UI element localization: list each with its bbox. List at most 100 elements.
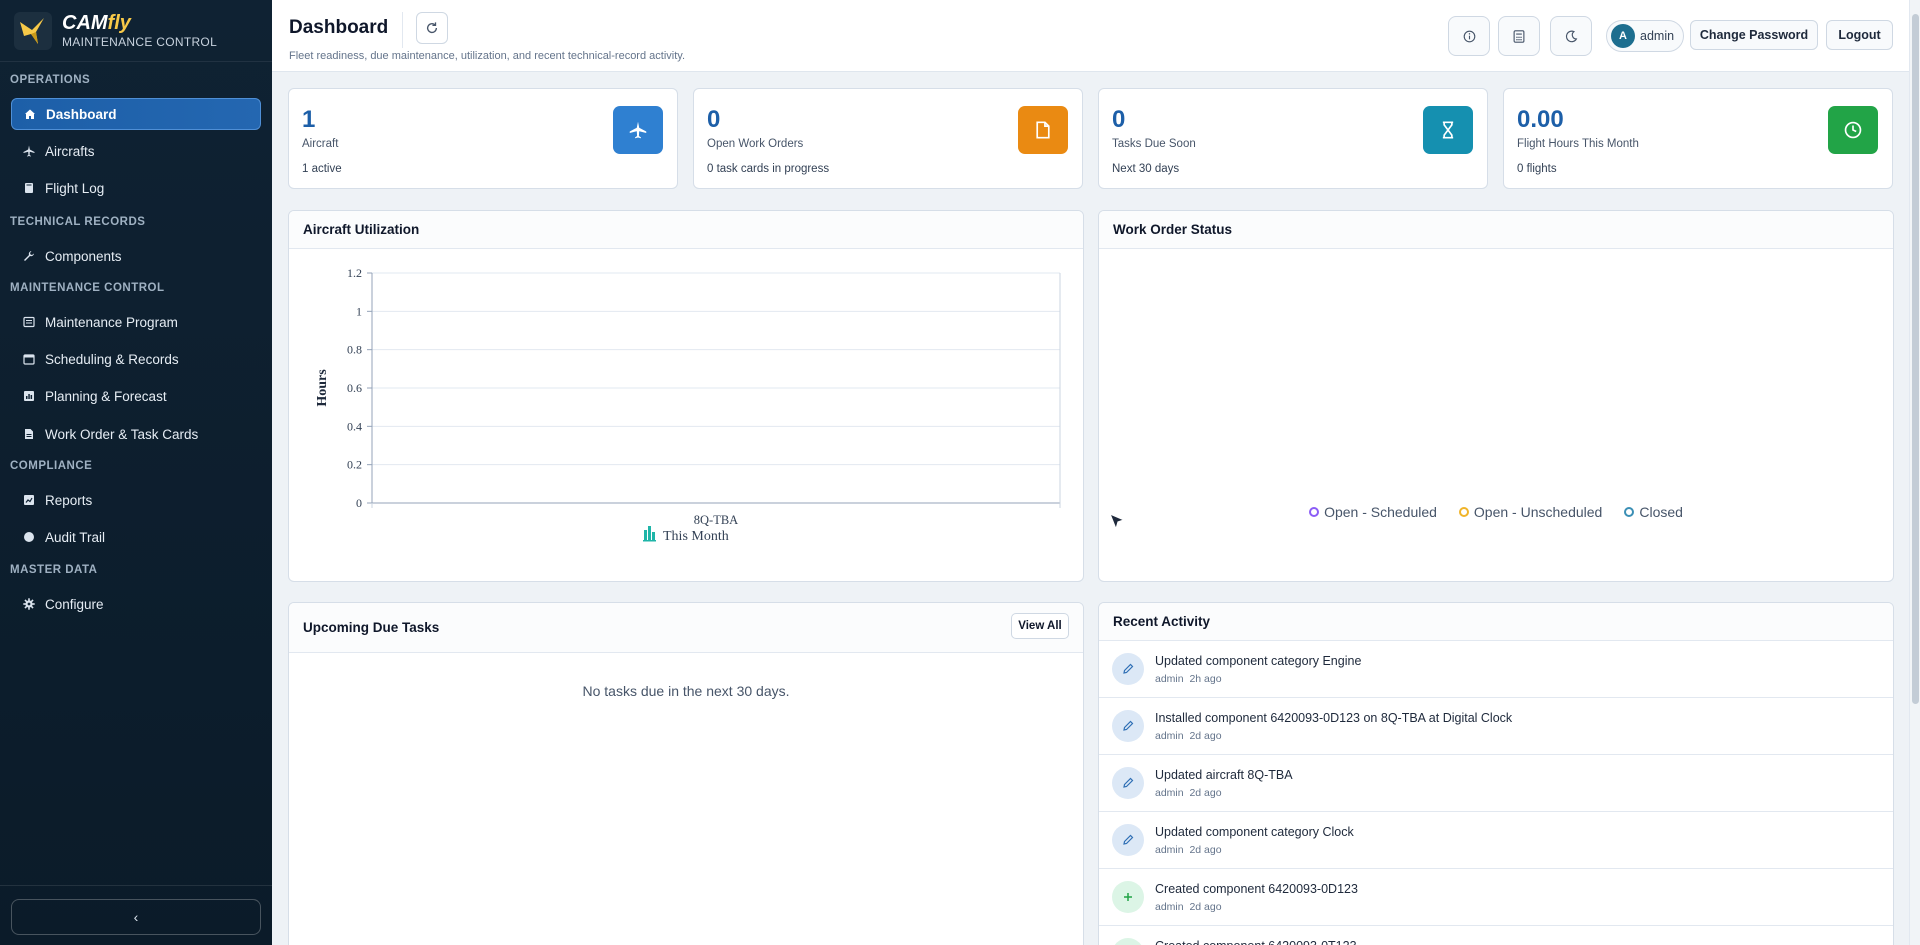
sidebar-item-work-order-task-cards[interactable]: Work Order & Task Cards: [11, 418, 261, 450]
logout-button[interactable]: Logout: [1826, 20, 1893, 50]
sidebar-item-label: Flight Log: [45, 180, 105, 196]
legend-item[interactable]: Open - Scheduled: [1309, 504, 1437, 520]
work-order-status-title: Work Order Status: [1099, 211, 1893, 249]
collapse-sidebar-button[interactable]: ‹: [11, 899, 261, 935]
legend-item[interactable]: Open - Unscheduled: [1458, 504, 1602, 520]
calendar-icon: [23, 353, 35, 365]
gear-icon: [23, 598, 35, 610]
stat-meta: Next 30 days: [1112, 163, 1180, 175]
activity-title: Created component 6420093-0T123: [1155, 939, 1357, 945]
sidebar-item-label: Components: [45, 248, 122, 264]
stat-value: 0: [1112, 106, 1126, 133]
y-tick-label: 0.2: [347, 458, 362, 472]
pencil-icon: [1112, 767, 1144, 799]
y-tick-label: 0.6: [347, 381, 362, 395]
sidebar-item-maintenance-program[interactable]: Maintenance Program: [11, 306, 261, 338]
stat-card[interactable]: 0 Open Work Orders 0 task cards in progres…: [693, 88, 1083, 189]
activity-user: admin: [1155, 787, 1184, 799]
calculator-button[interactable]: [1498, 16, 1540, 56]
wrench-icon: [23, 250, 35, 262]
nav-section-label: COMPLIANCE: [10, 460, 93, 472]
report-icon: [23, 494, 35, 506]
nav-section-label: TECHNICAL RECORDS: [10, 216, 146, 228]
mouse-cursor-icon: [1108, 512, 1126, 531]
page-title: Dashboard: [289, 17, 389, 38]
legend-swatch: [1624, 507, 1635, 517]
chevron-left-icon: ‹: [133, 909, 139, 925]
activity-item[interactable]: Created component 6420093-0D123 admin 2d …: [1099, 869, 1893, 926]
legend-swatch-base: [643, 540, 656, 542]
chart-icon: [23, 390, 35, 402]
y-tick-label: 1: [356, 304, 362, 318]
activity-time: 2d ago: [1189, 730, 1222, 742]
activity-meta: admin 2d ago: [1155, 730, 1222, 742]
aircraft-utilization-panel: Aircraft Utilization 1.2 1 0.8 0.6 0.4 0.2 0 Ho…: [288, 210, 1084, 582]
user-name: admin: [1640, 29, 1675, 43]
stat-meta: 1 active: [302, 163, 342, 175]
plane-icon: [613, 106, 663, 154]
legend-swatch: [1458, 507, 1469, 517]
view-all-button[interactable]: View All: [1011, 613, 1069, 639]
legend-swatch: [644, 530, 647, 540]
utilization-chart: 1.2 1 0.8 0.6 0.4 0.2 0 Hours 8Q-TBA This Month: [315, 266, 1061, 544]
sidebar-item-flight-log[interactable]: Flight Log: [11, 172, 261, 204]
info-icon: [1463, 30, 1475, 42]
empty-tasks-message: No tasks due in the next 30 days.: [582, 683, 790, 699]
page-subtitle: Fleet readiness, due maintenance, utiliz…: [289, 50, 686, 62]
sidebar-item-audit-trail[interactable]: Audit Trail: [11, 521, 261, 553]
activity-item[interactable]: Created component 6420093-0T123admin 2d …: [1099, 926, 1893, 945]
brand[interactable]: CAMfly MAINTENANCE CONTROL: [0, 0, 272, 62]
legend-swatch: [652, 532, 655, 540]
sidebar-item-dashboard[interactable]: Dashboard: [11, 98, 261, 130]
stat-label: Flight Hours This Month: [1517, 138, 1639, 150]
stat-label: Tasks Due Soon: [1112, 138, 1196, 150]
stat-card[interactable]: 0.00 Flight Hours This Month 0 flights: [1503, 88, 1893, 189]
user-menu[interactable]: A admin: [1606, 20, 1684, 52]
plane-icon: [23, 145, 35, 157]
page-scrollbar[interactable]: [1909, 0, 1920, 945]
sidebar-item-label: Planning & Forecast: [45, 388, 167, 404]
y-axis-label: Hours: [315, 369, 330, 407]
activity-item[interactable]: Updated component category Engine admin 2…: [1099, 641, 1893, 698]
activity-user: admin: [1155, 673, 1184, 685]
plus-icon: [1112, 938, 1144, 945]
stat-card[interactable]: 0 Tasks Due Soon Next 30 days: [1098, 88, 1488, 189]
legend-item[interactable]: Closed: [1624, 504, 1683, 520]
y-tick-label: 1.2: [347, 266, 362, 280]
activity-title: Created component 6420093-0D123: [1155, 882, 1358, 896]
info-button[interactable]: [1448, 16, 1490, 56]
book-icon: [23, 182, 35, 194]
sidebar-item-configure[interactable]: Configure: [11, 588, 261, 620]
activity-item[interactable]: Updated aircraft 8Q-TBA admin 2d ago: [1099, 755, 1893, 812]
y-tick-label: 0.8: [347, 343, 362, 357]
sidebar-item-label: Work Order & Task Cards: [45, 426, 199, 442]
activity-item[interactable]: Updated component category Clock admin 2d…: [1099, 812, 1893, 869]
sidebar-item-planning-forecast[interactable]: Planning & Forecast: [11, 380, 261, 412]
document-icon: [1018, 106, 1068, 154]
legend-swatch: [648, 526, 651, 540]
refresh-button[interactable]: [416, 12, 448, 44]
sidebar-item-aircrafts[interactable]: Aircrafts: [11, 135, 261, 167]
nav-section-label: MAINTENANCE CONTROL: [10, 282, 165, 294]
theme-toggle-button[interactable]: [1550, 16, 1592, 56]
activity-item[interactable]: Installed component 6420093-0D123 on 8Q-…: [1099, 698, 1893, 755]
scrollbar-thumb[interactable]: [1912, 14, 1919, 704]
home-icon: [24, 108, 36, 120]
stat-card[interactable]: 1 Aircraft 1 active: [288, 88, 678, 189]
stat-meta: 0 flights: [1517, 163, 1557, 175]
brand-logo-icon: [14, 11, 52, 50]
stat-label: Open Work Orders: [707, 138, 804, 150]
activity-time: 2d ago: [1189, 901, 1222, 913]
sidebar-item-reports[interactable]: Reports: [11, 484, 261, 516]
x-tick-label: 8Q-TBA: [694, 513, 738, 527]
y-tick-label: 0: [356, 496, 362, 510]
activity-time: 2d ago: [1189, 787, 1222, 799]
legend-swatch: [1309, 507, 1320, 517]
sidebar-item-scheduling-records[interactable]: Scheduling & Records: [11, 343, 261, 375]
recent-activity-panel: Recent Activity Updated component catego…: [1098, 602, 1894, 945]
change-password-button[interactable]: Change Password: [1690, 20, 1818, 50]
hourglass-icon: [1423, 106, 1473, 154]
sidebar-item-components[interactable]: Components: [11, 240, 261, 272]
work-order-status-legend: Open - Scheduled Open - Unscheduled Closed: [1099, 504, 1893, 520]
activity-meta: admin 2d ago: [1155, 901, 1222, 913]
